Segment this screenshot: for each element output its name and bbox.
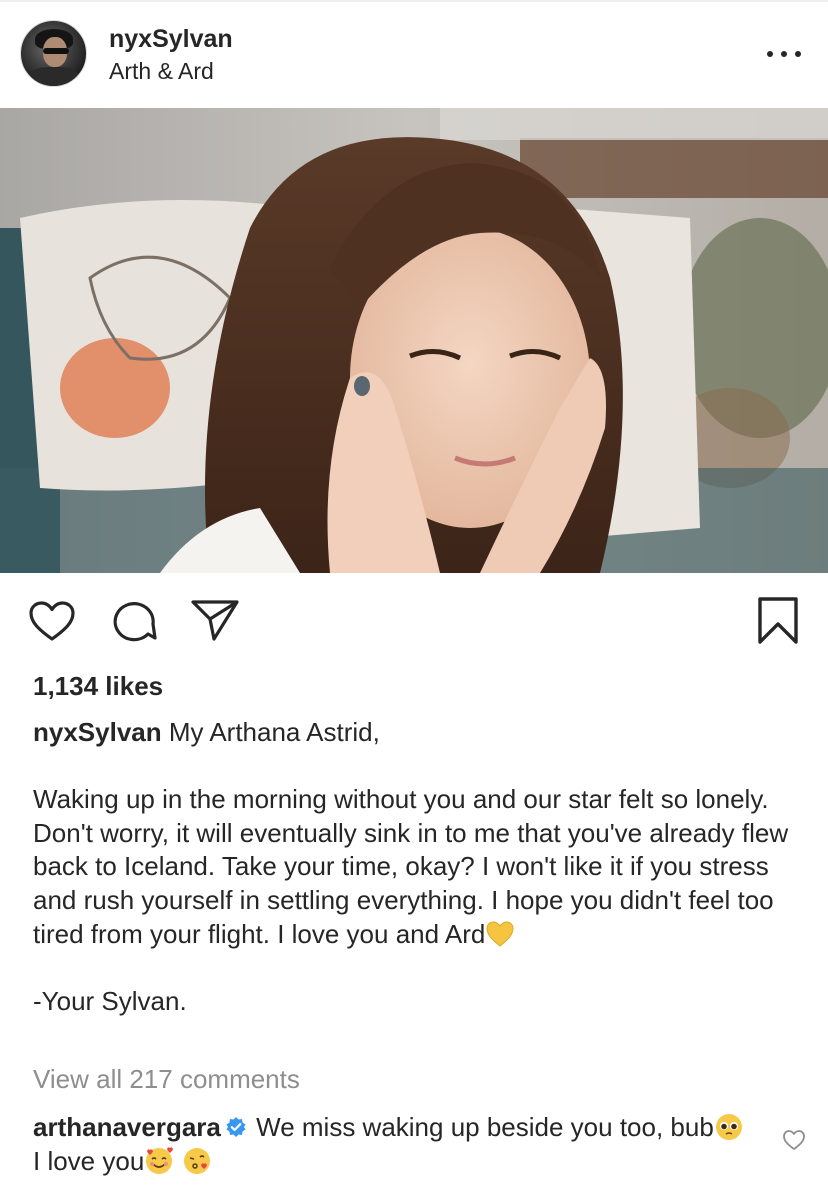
pleading-face-emoji (715, 1114, 742, 1140)
avatar[interactable] (20, 20, 87, 87)
comment-icon[interactable] (110, 598, 158, 642)
caption-first-line: My Arthana Astrid, (168, 717, 380, 747)
post-caption: nyxSylvan My Arthana Astrid, Waking up i… (33, 716, 808, 1018)
post-photo-image (0, 108, 828, 573)
post-location[interactable]: Arth & Ard (109, 58, 214, 85)
more-options-icon[interactable] (764, 44, 804, 64)
caption-signoff: -Your Sylvan. (33, 985, 187, 1016)
yellow-heart-emoji (486, 921, 514, 947)
post-header: nyxSylvan Arth & Ard (0, 0, 828, 108)
view-all-comments-link[interactable]: View all 217 comments (33, 1064, 300, 1095)
post-username[interactable]: nyxSylvan (109, 25, 233, 54)
heart-icon[interactable] (28, 600, 76, 642)
comment-item: arthanavergara We miss waking up beside … (33, 1110, 753, 1178)
likes-count[interactable]: 1,134 likes (33, 671, 163, 702)
post-photo[interactable] (0, 108, 828, 573)
comment-text-part1: We miss waking up beside you too, bub (256, 1112, 714, 1142)
comment-like-heart-icon[interactable] (782, 1128, 806, 1152)
smiling-face-with-hearts-emoji (146, 1147, 174, 1174)
comment-text-part2: I love you (33, 1146, 145, 1176)
caption-body: Waking up in the morning without you and… (33, 784, 789, 949)
caption-username[interactable]: nyxSylvan (33, 717, 162, 747)
comment-username[interactable]: arthanavergara (33, 1112, 221, 1142)
bookmark-icon[interactable] (756, 596, 800, 646)
share-icon[interactable] (190, 598, 240, 642)
verified-badge-icon (226, 1117, 246, 1137)
face-blowing-kiss-emoji (183, 1148, 210, 1174)
